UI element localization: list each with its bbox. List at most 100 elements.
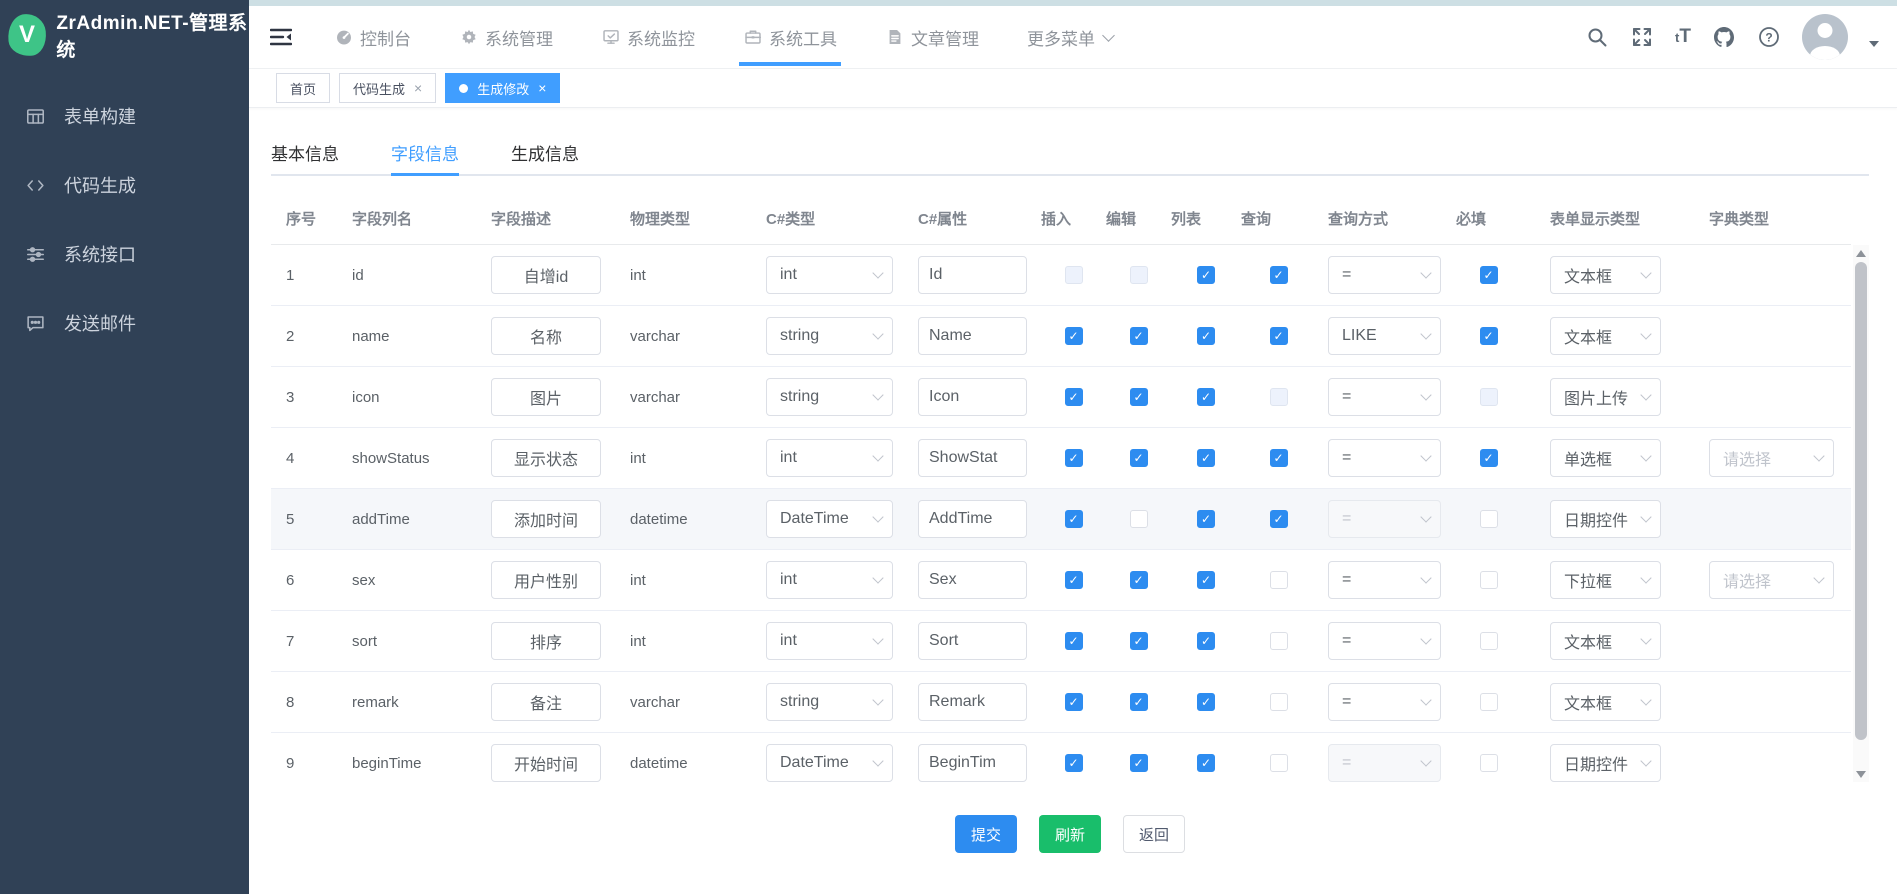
display-select[interactable]: 文本框	[1550, 256, 1661, 294]
query-checkbox[interactable]	[1270, 266, 1288, 284]
list-checkbox[interactable]	[1197, 632, 1215, 650]
display-select[interactable]: 日期控件	[1550, 500, 1661, 538]
desc-input[interactable]	[491, 500, 601, 538]
desc-input[interactable]	[491, 256, 601, 294]
query-checkbox[interactable]	[1270, 449, 1288, 467]
close-icon[interactable]: ×	[538, 81, 546, 95]
csprop-input[interactable]	[918, 256, 1027, 294]
nav-item-系统工具[interactable]: 系统工具	[743, 6, 837, 68]
edit-checkbox[interactable]	[1130, 388, 1148, 406]
csprop-input[interactable]	[918, 744, 1027, 782]
csprop-input[interactable]	[918, 500, 1027, 538]
edit-checkbox[interactable]	[1130, 327, 1148, 345]
desc-input[interactable]	[491, 683, 601, 721]
qmode-select[interactable]: =	[1328, 683, 1441, 721]
sidebar-item-发送邮件[interactable]: 发送邮件	[0, 295, 249, 351]
display-select[interactable]: 文本框	[1550, 317, 1661, 355]
display-select[interactable]: 单选框	[1550, 439, 1661, 477]
caret-down-icon[interactable]	[1869, 41, 1879, 47]
desc-input[interactable]	[491, 439, 601, 477]
nav-item-更多菜单[interactable]: 更多菜单	[1027, 6, 1113, 68]
tab-生成信息[interactable]: 生成信息	[511, 130, 579, 174]
csprop-input[interactable]	[918, 683, 1027, 721]
query-checkbox[interactable]	[1270, 754, 1288, 772]
list-checkbox[interactable]	[1197, 754, 1215, 772]
insert-checkbox[interactable]	[1065, 571, 1083, 589]
font-size-icon[interactable]: tT	[1675, 26, 1691, 48]
dict-select[interactable]: 请选择	[1709, 561, 1834, 599]
table-scrollbar[interactable]	[1853, 245, 1869, 782]
github-icon[interactable]	[1712, 25, 1736, 49]
insert-checkbox[interactable]	[1065, 327, 1083, 345]
logo[interactable]: V ZrAdmin.NET-管理系统	[0, 0, 249, 70]
hamburger-icon[interactable]	[270, 26, 294, 48]
cstype-select[interactable]: string	[766, 317, 893, 355]
cstype-select[interactable]: int	[766, 256, 893, 294]
avatar[interactable]	[1802, 14, 1848, 60]
back-button[interactable]: 返回	[1123, 815, 1185, 853]
tag-生成修改[interactable]: 生成修改×	[445, 73, 560, 103]
tab-字段信息[interactable]: 字段信息	[391, 130, 459, 174]
sidebar-item-系统接口[interactable]: 系统接口	[0, 226, 249, 282]
cstype-select[interactable]: int	[766, 439, 893, 477]
required-checkbox[interactable]	[1480, 327, 1498, 345]
list-checkbox[interactable]	[1197, 449, 1215, 467]
sidebar-item-表单构建[interactable]: 表单构建	[0, 88, 249, 144]
cstype-select[interactable]: DateTime	[766, 744, 893, 782]
display-select[interactable]: 日期控件	[1550, 744, 1661, 782]
edit-checkbox[interactable]	[1130, 693, 1148, 711]
desc-input[interactable]	[491, 378, 601, 416]
nav-item-控制台[interactable]: 控制台	[334, 6, 411, 68]
list-checkbox[interactable]	[1197, 388, 1215, 406]
tab-基本信息[interactable]: 基本信息	[271, 130, 339, 174]
query-checkbox[interactable]	[1270, 571, 1288, 589]
list-checkbox[interactable]	[1197, 327, 1215, 345]
sidebar-item-代码生成[interactable]: 代码生成	[0, 157, 249, 213]
desc-input[interactable]	[491, 561, 601, 599]
insert-checkbox[interactable]	[1065, 388, 1083, 406]
query-checkbox[interactable]	[1270, 510, 1288, 528]
desc-input[interactable]	[491, 744, 601, 782]
csprop-input[interactable]	[918, 439, 1027, 477]
search-icon[interactable]	[1585, 25, 1609, 49]
dict-select[interactable]: 请选择	[1709, 439, 1834, 477]
required-checkbox[interactable]	[1480, 632, 1498, 650]
qmode-select[interactable]: =	[1328, 256, 1441, 294]
desc-input[interactable]	[491, 317, 601, 355]
cstype-select[interactable]: int	[766, 561, 893, 599]
scrollbar-thumb[interactable]	[1855, 262, 1867, 740]
required-checkbox[interactable]	[1480, 754, 1498, 772]
csprop-input[interactable]	[918, 317, 1027, 355]
qmode-select[interactable]: LIKE	[1328, 317, 1441, 355]
tag-首页[interactable]: 首页	[276, 73, 330, 103]
close-icon[interactable]: ×	[414, 81, 422, 95]
list-checkbox[interactable]	[1197, 510, 1215, 528]
display-select[interactable]: 文本框	[1550, 622, 1661, 660]
scroll-up-icon[interactable]	[1853, 245, 1869, 261]
qmode-select[interactable]: =	[1328, 561, 1441, 599]
edit-checkbox[interactable]	[1130, 754, 1148, 772]
cstype-select[interactable]: DateTime	[766, 500, 893, 538]
insert-checkbox[interactable]	[1065, 449, 1083, 467]
required-checkbox[interactable]	[1480, 449, 1498, 467]
tag-代码生成[interactable]: 代码生成×	[339, 73, 436, 103]
cstype-select[interactable]: string	[766, 683, 893, 721]
insert-checkbox[interactable]	[1065, 754, 1083, 772]
query-checkbox[interactable]	[1270, 327, 1288, 345]
insert-checkbox[interactable]	[1065, 510, 1083, 528]
qmode-select[interactable]: =	[1328, 622, 1441, 660]
submit-button[interactable]: 提交	[955, 815, 1017, 853]
list-checkbox[interactable]	[1197, 266, 1215, 284]
nav-item-系统管理[interactable]: 系统管理	[459, 6, 553, 68]
display-select[interactable]: 文本框	[1550, 683, 1661, 721]
csprop-input[interactable]	[918, 378, 1027, 416]
cstype-select[interactable]: int	[766, 622, 893, 660]
help-icon[interactable]: ?	[1757, 25, 1781, 49]
refresh-button[interactable]: 刷新	[1039, 815, 1101, 853]
display-select[interactable]: 下拉框	[1550, 561, 1661, 599]
edit-checkbox[interactable]	[1130, 449, 1148, 467]
qmode-select[interactable]: =	[1328, 439, 1441, 477]
scroll-down-icon[interactable]	[1853, 766, 1869, 782]
edit-checkbox[interactable]	[1130, 571, 1148, 589]
required-checkbox[interactable]	[1480, 266, 1498, 284]
